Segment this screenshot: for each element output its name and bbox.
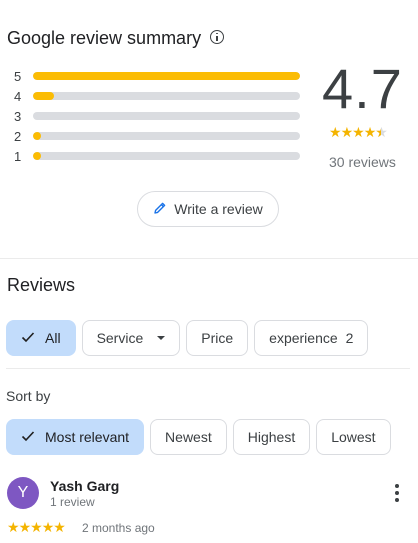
reviews-heading: Reviews xyxy=(7,275,76,295)
chevron-down-icon xyxy=(157,336,166,340)
pencil-icon xyxy=(153,201,167,218)
filter-chip-label: experience xyxy=(269,330,338,346)
review-stars: ★★★★★ xyxy=(7,519,66,536)
review-filter-chips: All Service Price experience 2 xyxy=(6,320,369,356)
rating-bar-track xyxy=(33,112,300,120)
summary-title-text: Google review summary xyxy=(7,28,202,48)
star-icon: ★ xyxy=(30,519,43,535)
rating-bar-row: 1 xyxy=(14,146,302,166)
check-icon xyxy=(21,429,35,445)
filter-chip-label: Price xyxy=(201,330,234,346)
filter-chip-service[interactable]: Service xyxy=(81,320,181,356)
star-icon: ★ xyxy=(53,519,66,535)
rating-bar-row: 3 xyxy=(14,106,302,126)
rating-bar-fill xyxy=(33,152,41,160)
average-rating: 4.7 xyxy=(322,57,403,120)
sort-label: Sort by xyxy=(6,388,51,404)
check-icon xyxy=(21,330,35,346)
rating-bar-track xyxy=(33,92,300,100)
half-star-icon: ★ xyxy=(375,124,388,140)
rating-bar-row: 2 xyxy=(14,126,302,146)
rating-distribution: 5 4 3 2 1 xyxy=(14,66,302,166)
write-review-label: Write a review xyxy=(174,201,263,217)
rating-bar-label: 3 xyxy=(14,108,22,124)
average-rating-stars: ★★★★★ xyxy=(329,124,388,141)
star-icon: ★ xyxy=(363,124,377,140)
star-icon: ★ xyxy=(352,124,365,140)
filter-chip-all[interactable]: All xyxy=(6,320,76,356)
filter-chip-label: Service xyxy=(96,330,144,346)
filter-chip-price[interactable]: Price xyxy=(186,320,249,356)
sort-chip-newest[interactable]: Newest xyxy=(150,419,227,455)
rating-bar-label: 1 xyxy=(14,148,22,164)
rating-bar-track xyxy=(33,152,300,160)
rating-bar-fill xyxy=(33,132,41,140)
filter-chip-experience[interactable]: experience 2 xyxy=(254,320,369,356)
sort-chip-highest[interactable]: Highest xyxy=(232,419,311,455)
rating-bar-track xyxy=(33,132,300,140)
avatar[interactable]: Y xyxy=(7,477,39,509)
rating-bar-row: 4 xyxy=(14,86,302,106)
sort-chips: Most relevant Newest Highest Lowest xyxy=(6,419,391,455)
sort-chip-label: Most relevant xyxy=(45,429,130,445)
rating-bar-label: 4 xyxy=(14,88,22,104)
info-icon[interactable] xyxy=(210,29,225,44)
filter-chip-label: All xyxy=(45,330,61,346)
sort-chip-label: Highest xyxy=(247,429,296,445)
rating-bar-label: 2 xyxy=(14,128,22,144)
sort-chip-lowest[interactable]: Lowest xyxy=(316,419,391,455)
reviewer-review-count: 1 review xyxy=(50,495,95,509)
reviewer-name[interactable]: Yash Garg xyxy=(50,478,119,494)
star-icon: ★ xyxy=(340,124,354,140)
rating-bar-label: 5 xyxy=(14,68,22,84)
section-divider xyxy=(0,258,418,259)
rating-bar-track xyxy=(33,72,300,80)
filter-divider xyxy=(6,368,410,369)
review-count: 30 reviews xyxy=(329,154,396,170)
filter-chip-count: 2 xyxy=(345,330,354,346)
star-icon: ★ xyxy=(7,519,20,535)
review-summary-title: Google review summary xyxy=(7,28,225,49)
star-icon: ★ xyxy=(41,519,55,535)
write-review-button[interactable]: Write a review xyxy=(137,191,279,227)
sort-chip-most-relevant[interactable]: Most relevant xyxy=(6,419,145,455)
sort-chip-label: Newest xyxy=(165,429,212,445)
more-vert-icon[interactable] xyxy=(394,484,400,502)
rating-bar-fill xyxy=(33,92,55,100)
review-date: 2 months ago xyxy=(82,521,155,535)
rating-bar-fill xyxy=(33,72,300,80)
star-icon: ★ xyxy=(18,519,32,535)
star-icon: ★ xyxy=(329,124,342,140)
rating-bar-row: 5 xyxy=(14,66,302,86)
sort-chip-label: Lowest xyxy=(331,429,376,445)
